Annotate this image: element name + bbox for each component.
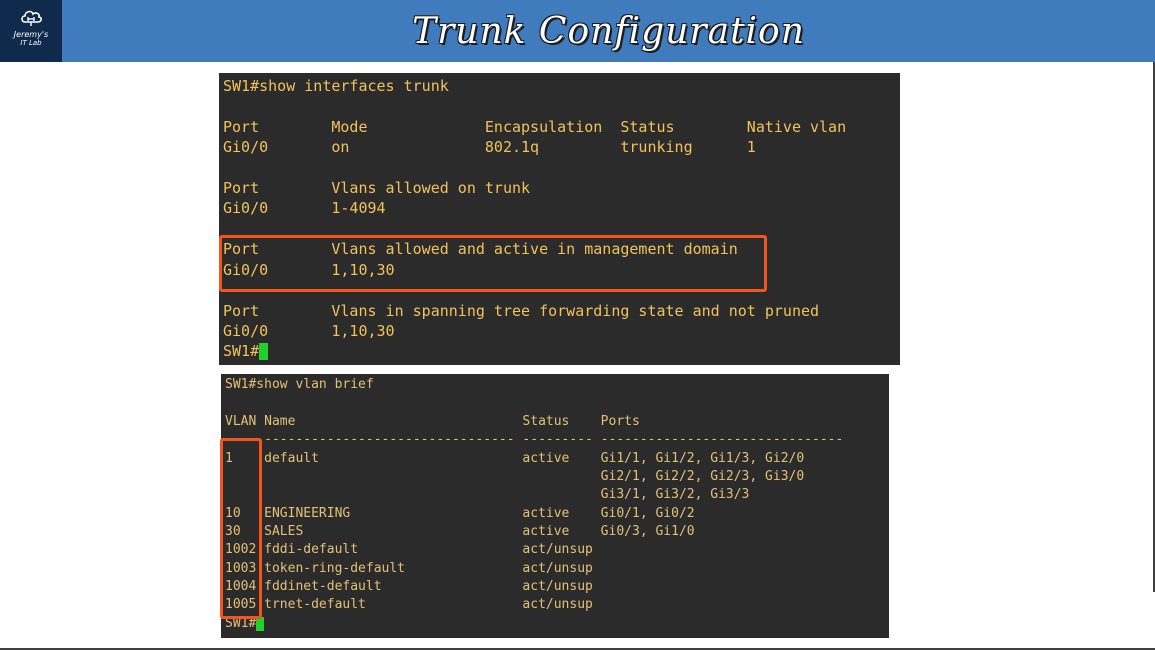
terminal-line: 1002 fddi-default act/unsup [225, 542, 593, 557]
terminal-line: ---- -------------------------------- --… [225, 432, 844, 447]
terminal-line: Gi2/1, Gi2/2, Gi2/3, Gi3/0 [225, 469, 805, 484]
highlight-box-active-vlans [219, 235, 767, 292]
terminal-line: SW1#show interfaces trunk [223, 77, 449, 95]
terminal-line: 1004 fddinet-default act/unsup [225, 579, 593, 594]
terminal-line: 1003 token-ring-default act/unsup [225, 561, 593, 576]
logo-text-line1: Jeremy's [13, 30, 49, 39]
slide-title: Trunk Configuration [412, 10, 805, 52]
cloud-network-icon [21, 10, 42, 26]
terminal-prompt-line: SW1# [223, 341, 269, 361]
terminal-line: Gi0/0 on 802.1q trunking 1 [223, 138, 756, 156]
terminal-line: 1005 trnet-default act/unsup [225, 597, 593, 612]
terminal-prompt: SW1# [223, 342, 260, 360]
slide-header: Jeremy's IT Lab Trunk Configuration [0, 0, 1155, 62]
terminal-cursor[interactable] [259, 343, 269, 360]
terminal-line: 1 default active Gi1/1, Gi1/2, Gi1/3, Gi… [225, 451, 805, 466]
terminal-line: VLAN Name Status Ports [225, 414, 640, 429]
terminal-show-interfaces-trunk: SW1#show interfaces trunk Port Mode Enca… [219, 73, 900, 365]
terminal-line: Port Mode Encapsulation Status Native vl… [223, 118, 847, 136]
terminal-line: Port Vlans in spanning tree forwarding s… [223, 302, 820, 320]
terminal-line: 30 SALES active Gi0/3, Gi1/0 [225, 524, 695, 539]
logo-text-line2: IT Lab [20, 39, 42, 47]
terminal-line: Gi0/0 1,10,30 [223, 322, 395, 340]
terminal-show-vlan-brief: SW1#show vlan brief VLAN Name Status Por… [221, 374, 889, 638]
terminal-line: Gi3/1, Gi3/2, Gi3/3 [225, 487, 750, 502]
logo: Jeremy's IT Lab [0, 0, 62, 62]
terminal-line: 10 ENGINEERING active Gi0/1, Gi0/2 [225, 506, 695, 521]
terminal-line: Gi0/0 1-4094 [223, 199, 386, 217]
highlight-box-vlan-ids [220, 438, 262, 619]
terminal-line: SW1#show vlan brief [225, 377, 374, 392]
terminal-line: Port Vlans allowed on trunk [223, 179, 531, 197]
